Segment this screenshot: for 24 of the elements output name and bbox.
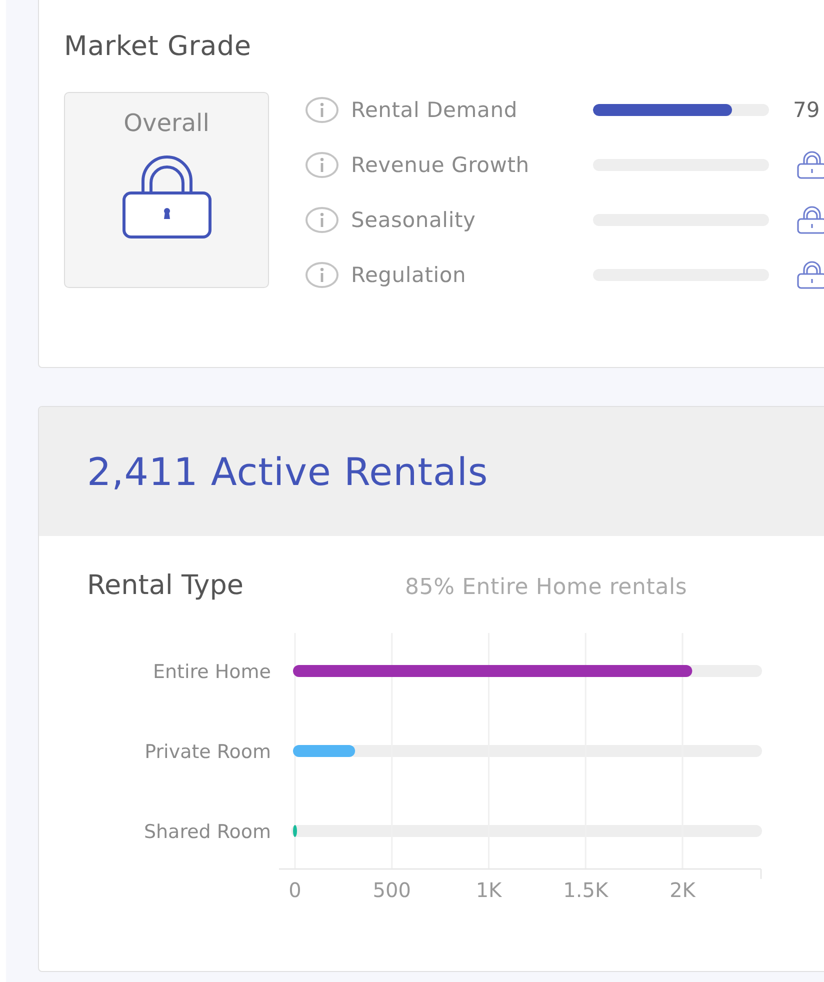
- axis-tick-label: 500: [372, 878, 411, 902]
- card-title: Market Grade: [64, 31, 252, 62]
- section-title: Rental Type: [87, 570, 245, 601]
- bar: [293, 745, 356, 757]
- metric-label: Revenue Growth: [351, 153, 530, 177]
- info-icon[interactable]: [305, 207, 339, 233]
- category-label: Private Room: [144, 741, 271, 763]
- category-label: Entire Home: [152, 661, 271, 683]
- metric-label: Seasonality: [351, 208, 477, 232]
- axis-tick-label: 1K: [476, 878, 502, 902]
- active-rentals-title: 2,411 Active Rentals: [87, 450, 488, 494]
- info-icon[interactable]: [305, 97, 339, 123]
- metric-label: Regulation: [351, 263, 468, 287]
- bar: [293, 825, 297, 837]
- metric-label: Rental Demand: [351, 98, 518, 122]
- category-label: Shared Room: [144, 821, 271, 843]
- overall-label: Overall: [124, 109, 210, 137]
- axis-tick-label: 2K: [670, 878, 696, 902]
- info-icon[interactable]: [305, 152, 339, 178]
- score-value: 79: [793, 98, 820, 122]
- axis-tick-label: 0: [288, 878, 302, 902]
- axis-tick-label: 1.5K: [563, 878, 608, 902]
- summary-text: 85% Entire Home rentals: [405, 575, 688, 600]
- info-icon[interactable]: [305, 262, 339, 288]
